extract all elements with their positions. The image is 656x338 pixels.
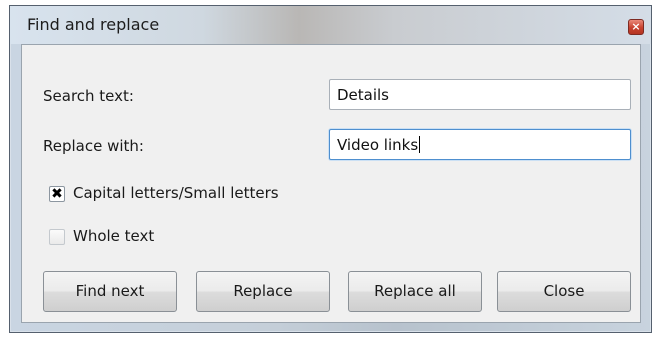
search-text-label: Search text: — [43, 87, 134, 105]
whole-text-checkbox[interactable] — [49, 229, 65, 245]
replace-button[interactable]: Replace — [196, 271, 330, 312]
search-text-input[interactable]: Details — [329, 79, 631, 110]
title-bar[interactable]: Find and replace × — [10, 6, 651, 44]
replace-with-value: Video links — [337, 136, 419, 154]
search-text-value: Details — [337, 86, 390, 104]
text-caret — [419, 136, 421, 153]
whole-text-label: Whole text — [73, 227, 155, 245]
close-window-icon[interactable]: × — [628, 19, 644, 35]
case-sensitive-checkbox[interactable]: ✖ — [49, 186, 65, 202]
replace-all-button[interactable]: Replace all — [348, 271, 482, 312]
find-next-button[interactable]: Find next — [43, 271, 177, 312]
replace-with-label: Replace with: — [43, 137, 144, 155]
replace-with-input[interactable]: Video links — [329, 129, 631, 160]
dialog-title: Find and replace — [27, 15, 160, 34]
find-replace-dialog: Find and replace × Search text: Details … — [9, 5, 652, 333]
dialog-body: Search text: Details Replace with: Video… — [21, 44, 641, 323]
close-button[interactable]: Close — [497, 271, 631, 312]
case-sensitive-label: Capital letters/Small letters — [73, 184, 279, 202]
